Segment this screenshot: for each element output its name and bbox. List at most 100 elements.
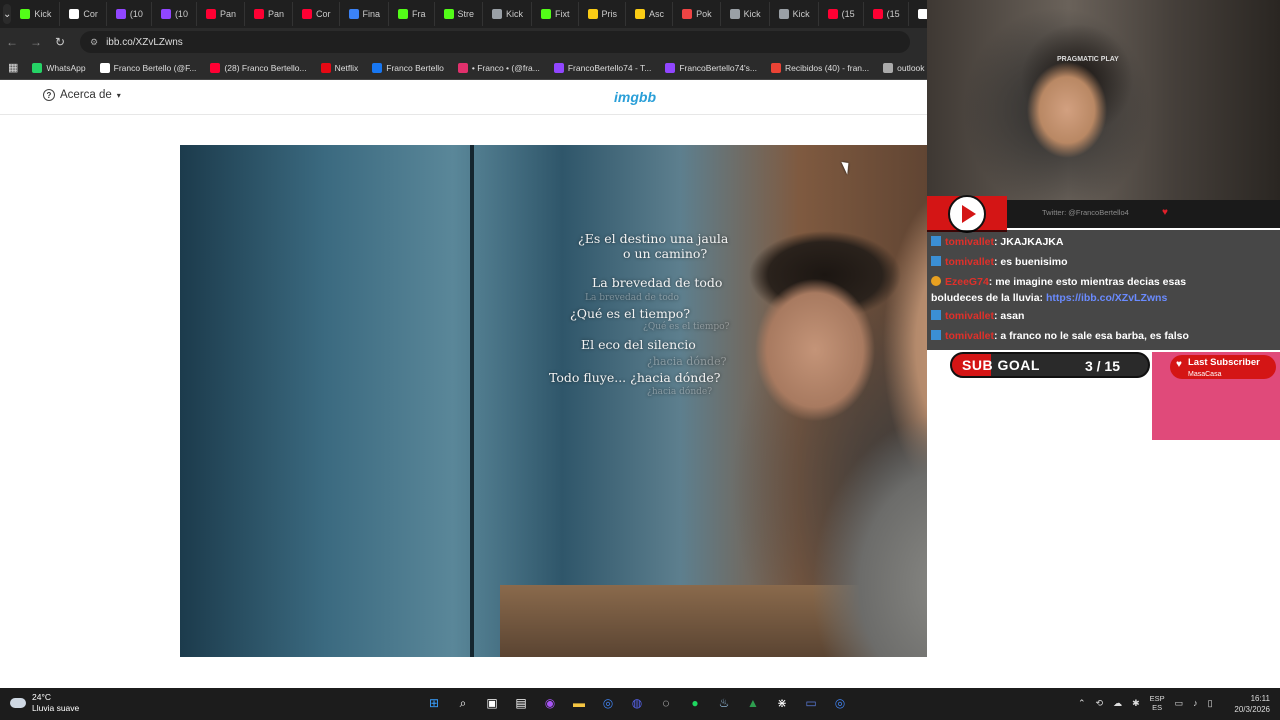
tab-favicon-icon <box>917 9 927 19</box>
bookmark[interactable]: FrancoBertello74's... <box>665 62 757 73</box>
browser-tab[interactable]: Pok <box>673 2 721 26</box>
reload-icon[interactable]: ↻ <box>48 35 72 49</box>
tab-favicon-icon <box>301 9 312 19</box>
browser-tab[interactable]: (15 <box>819 2 864 26</box>
app-triangle-icon[interactable]: ▲ <box>743 692 763 714</box>
app-network-icon[interactable]: ⋇ <box>772 692 792 714</box>
tab-favicon-icon <box>348 9 359 19</box>
bookmark[interactable]: Netflix <box>320 62 358 73</box>
tab-favicon-icon <box>541 9 552 19</box>
tab-label: Fixt <box>555 9 570 19</box>
chrome-profile-icon[interactable]: ◎ <box>830 692 850 714</box>
url-text: ibb.co/XZvLZwns <box>106 36 183 48</box>
browser-tab[interactable]: (10 <box>107 2 152 26</box>
chevron-up-icon[interactable]: ⌃ <box>1078 698 1086 709</box>
browser-tab[interactable]: Kick <box>11 2 61 26</box>
search-icon[interactable]: ⌕ <box>453 692 473 714</box>
bookmark[interactable]: FrancoBertello74 - T... <box>553 62 651 73</box>
browser-tab[interactable]: Pan <box>197 2 245 26</box>
tab-label: Pok <box>696 9 712 19</box>
chat-message: tomivallet: a franco no le sale esa barb… <box>931 326 1276 346</box>
tab-favicon-icon <box>682 9 693 19</box>
discord-icon[interactable]: ◍ <box>627 692 647 714</box>
kick-badge-icon <box>931 330 941 340</box>
task-view-icon[interactable]: ▣ <box>482 692 502 714</box>
forward-arrow-icon[interactable]: → <box>24 35 48 49</box>
tab-label: Cor <box>83 9 98 19</box>
network-icon[interactable]: ▭ <box>1175 698 1184 709</box>
windows-taskbar: 24°C Lluvia suave ⊞ ⌕ ▣ ▤ ◉ ▬ ◎ ◍ ◌ ● ♨ ▲… <box>0 688 1280 720</box>
tab-favicon-icon <box>443 9 454 19</box>
kick-badge-icon <box>931 236 941 246</box>
cloud-icon[interactable]: ☁ <box>1113 698 1122 709</box>
file-explorer-icon[interactable]: ▬ <box>569 692 589 714</box>
app-window-icon[interactable]: ▭ <box>801 692 821 714</box>
tab-label: Cor <box>315 9 331 19</box>
bookmark[interactable]: • Franco • (@fra... <box>457 62 540 73</box>
about-label: Acerca de <box>60 89 112 101</box>
browser-tab[interactable]: Kick <box>721 2 770 26</box>
obs-icon[interactable]: ◌ <box>656 692 676 714</box>
browser-tab[interactable]: Pan <box>245 2 293 26</box>
chat-message: tomivallet: es buenisimo <box>931 252 1276 272</box>
bookmark[interactable]: (28) Franco Bertello... <box>210 62 307 73</box>
tab-label: Fina <box>362 9 381 19</box>
battery-icon[interactable]: ▯ <box>1208 698 1213 709</box>
store-icon[interactable]: ▤ <box>511 692 531 714</box>
tab-label: (10 <box>129 9 143 19</box>
imgbb-logo[interactable]: imgbb <box>614 89 656 105</box>
steam-icon[interactable]: ♨ <box>714 692 734 714</box>
browser-tab[interactable]: Fra <box>389 2 435 26</box>
bookmark-favicon-icon <box>553 62 564 73</box>
chat-message-continuation: boludeces de la lluvia: https://ibb.co/X… <box>931 292 1168 304</box>
chrome-icon[interactable]: ◎ <box>598 692 618 714</box>
windows-start-icon[interactable]: ⊞ <box>424 692 444 714</box>
browser-tab[interactable]: Pris <box>579 2 627 26</box>
browser-tab[interactable]: (10 <box>152 2 197 26</box>
language-indicator[interactable]: ESP ES <box>1150 694 1165 712</box>
bookmark-favicon-icon <box>32 62 43 73</box>
tab-label: Kick <box>506 9 524 19</box>
browser-tab[interactable]: (2) <box>909 2 927 26</box>
tab-label: Kick <box>34 9 52 19</box>
apps-grid-icon[interactable]: ▦ <box>8 61 18 74</box>
browser-tab[interactable]: Kick <box>483 2 533 26</box>
bluetooth-icon[interactable]: ✱ <box>1132 698 1140 709</box>
last-subscriber-header: Last Subscriber MasaCasa <box>1170 355 1276 379</box>
bookmark-label: outlook <box>897 62 925 73</box>
heart-icon: ♥ <box>1162 207 1168 218</box>
app-circle-icon[interactable]: ◉ <box>540 692 560 714</box>
spotify-icon[interactable]: ● <box>685 692 705 714</box>
browser-tab[interactable]: Kick <box>770 2 819 26</box>
uploaded-image[interactable]: ¿Es el destino una jaula o un camino? La… <box>180 145 927 657</box>
volume-icon[interactable]: ♪ <box>1193 698 1198 708</box>
clock[interactable]: 16:11 20/3/2026 <box>1228 693 1270 715</box>
tab-favicon-icon <box>160 9 171 19</box>
poem-line-6: Todo fluye... ¿hacia dónde? <box>549 370 721 385</box>
browser-tab[interactable]: Fina <box>340 2 390 26</box>
sub-goal-count: 3 / 15 <box>1084 358 1120 374</box>
back-arrow-icon[interactable]: ← <box>0 35 24 49</box>
bookmark-favicon-icon <box>210 62 221 73</box>
bookmark[interactable]: Recibidos (40) - fran... <box>771 62 870 73</box>
weather-widget[interactable]: 24°C Lluvia suave <box>10 692 79 714</box>
browser-tab[interactable]: Cor <box>293 2 340 26</box>
browser-tab[interactable]: Stre <box>435 2 484 26</box>
address-bar-row: ← → ↻ ⚙ ibb.co/XZvLZwns <box>0 28 927 56</box>
browser-tab[interactable]: (15 <box>864 2 909 26</box>
browser-tab[interactable]: Asc <box>626 2 674 26</box>
bookmark[interactable]: Franco Bertello <box>372 62 444 73</box>
url-field[interactable]: ⚙ ibb.co/XZvLZwns <box>80 31 910 53</box>
tab-search-dropdown-icon[interactable]: ⌄ <box>3 4 12 24</box>
site-info-icon[interactable]: ⚙ <box>90 37 98 48</box>
bookmark-label: Recibidos (40) - fran... <box>785 62 870 73</box>
bookmark-favicon-icon <box>372 62 383 73</box>
bookmark[interactable]: Franco Bertello (@F... <box>99 62 196 73</box>
about-menu[interactable]: ? Acerca de ▾ <box>43 89 121 101</box>
bookmark[interactable]: WhatsApp <box>32 62 86 73</box>
help-circle-icon: ? <box>43 89 55 101</box>
bookmark[interactable]: outlook <box>883 62 925 73</box>
browser-tab[interactable]: Cor <box>60 2 107 26</box>
tray-app-icon[interactable]: ⟲ <box>1096 698 1104 709</box>
browser-tab[interactable]: Fixt <box>532 2 579 26</box>
